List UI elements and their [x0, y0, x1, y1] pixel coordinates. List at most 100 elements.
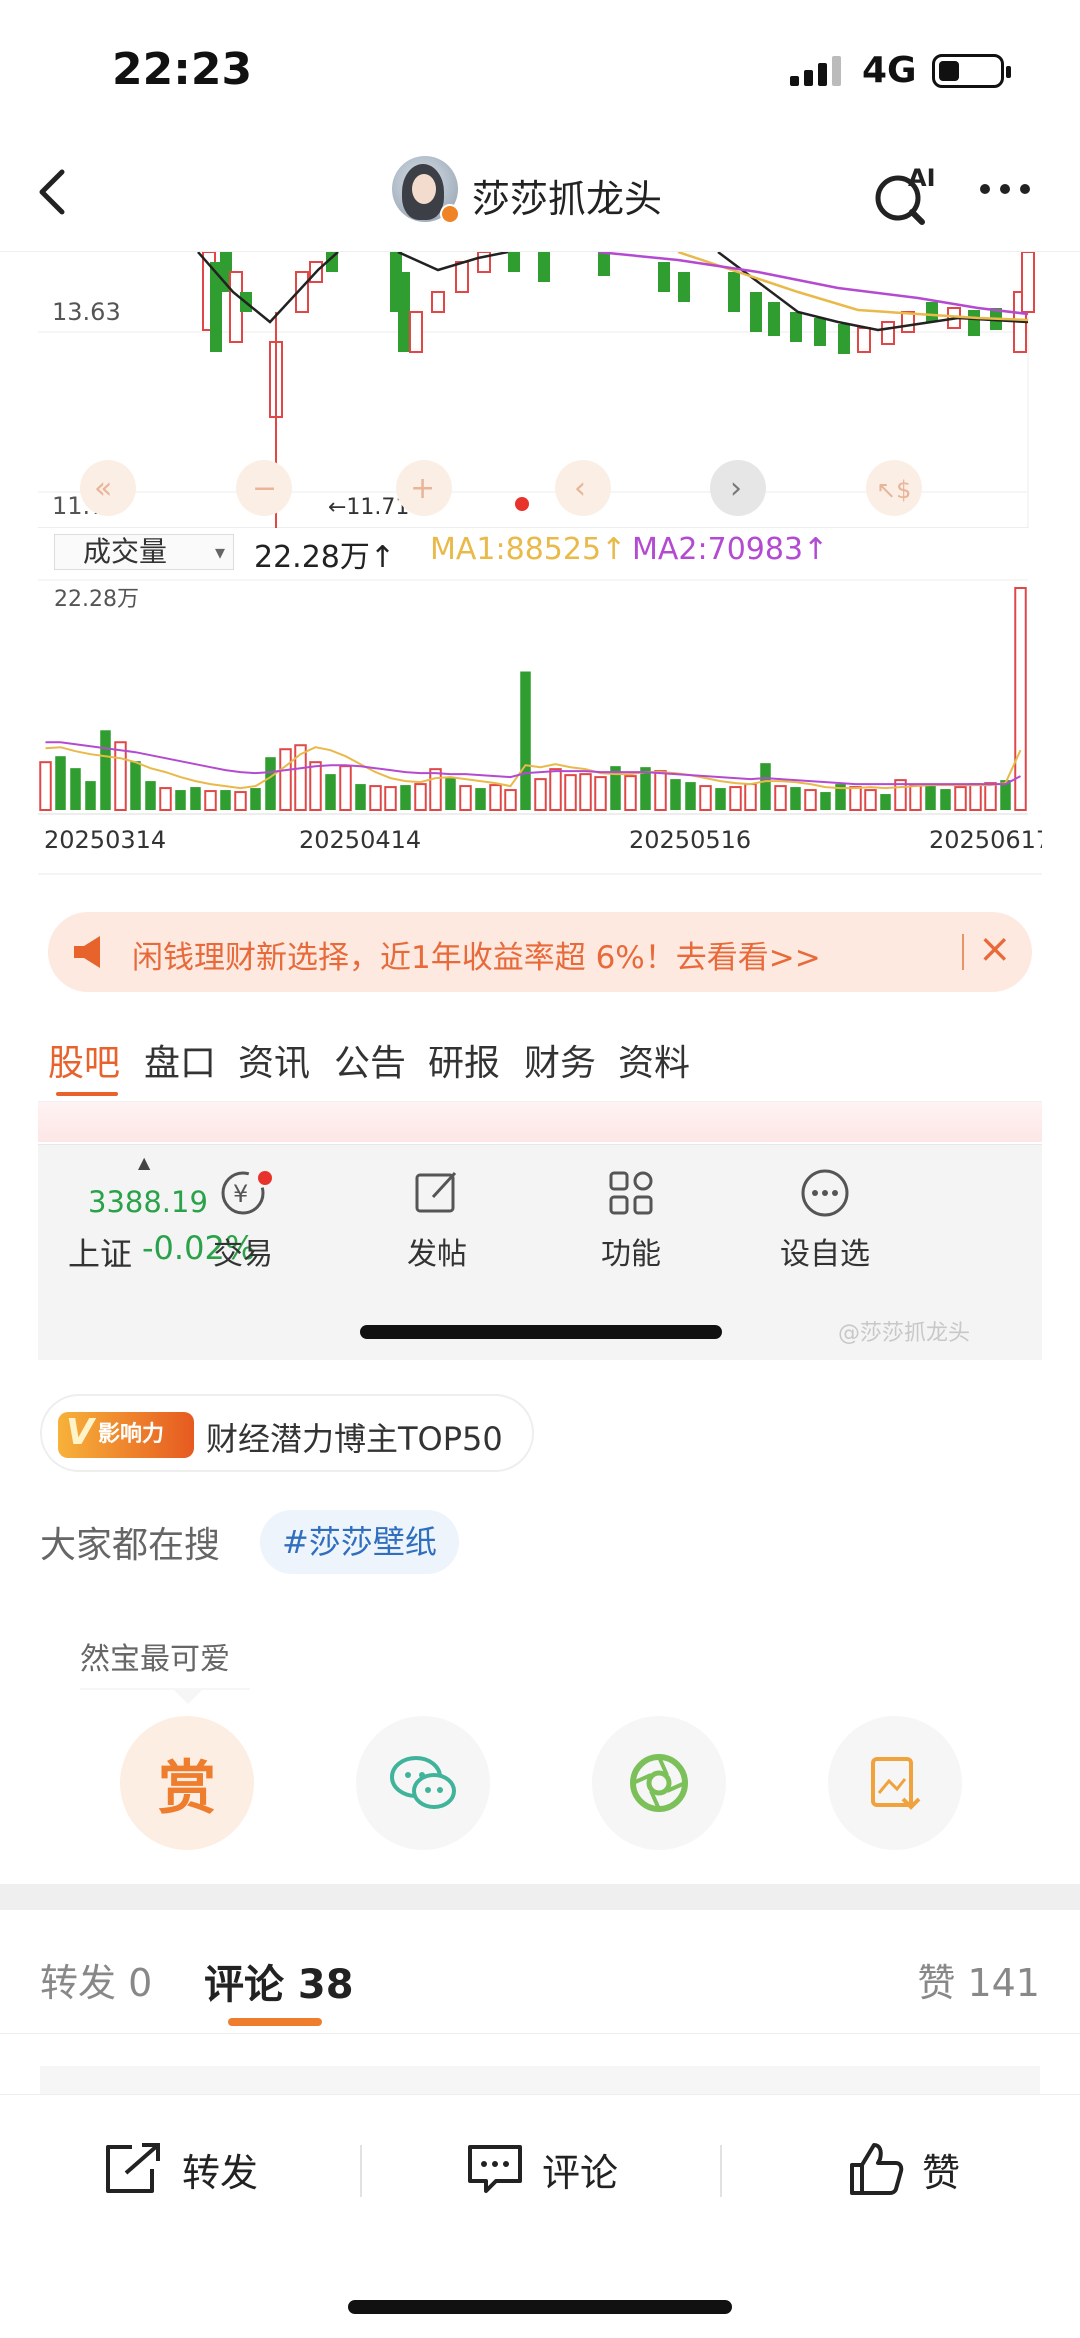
volume-bar: [400, 785, 411, 810]
like-button[interactable]: 赞: [846, 2139, 960, 2199]
add-watchlist-button[interactable]: 设自选: [770, 1165, 880, 1273]
index-name: 上证: [68, 1235, 133, 1273]
signal-icon: [790, 56, 841, 86]
home-indicator: [348, 2300, 732, 2314]
tab-comments[interactable]: 评论 38: [204, 1952, 354, 2010]
promo-banner[interactable]: 闲钱理财新选择，近1年收益率超 6%！去看看>> ×: [48, 912, 1032, 992]
prev-control[interactable]: ‹: [574, 471, 586, 506]
influence-logo-text: 影响力: [98, 1422, 165, 1447]
volume-bar: [520, 671, 531, 810]
share-moments-button[interactable]: [592, 1716, 726, 1850]
influence-badge[interactable]: V 影响力 财经潜力博主TOP50: [40, 1394, 534, 1472]
trade-button[interactable]: ¥ 交易: [188, 1165, 298, 1273]
volume-bar: [309, 761, 322, 811]
tip-underline: [80, 1688, 250, 1690]
share-wechat-button[interactable]: [356, 1716, 490, 1850]
volume-bar: [774, 785, 787, 812]
candle: [901, 311, 915, 333]
volume-bar: [504, 789, 517, 811]
volume-bar: [864, 789, 877, 811]
volume-bar: [339, 765, 352, 811]
indicator-select-label: 成交量: [83, 535, 168, 568]
tab-research[interactable]: 研报: [428, 1034, 500, 1086]
chevron-down-icon: ▾: [214, 540, 225, 564]
zoom-in-control[interactable]: +: [410, 471, 435, 506]
x-tick-label: 20250617: [929, 826, 1042, 854]
functions-button[interactable]: 功能: [576, 1165, 686, 1273]
volume-bar: [279, 748, 292, 811]
volume-bar: [594, 776, 607, 811]
low-annotation: ←11.71: [328, 495, 409, 520]
tip-arrow: [174, 1690, 202, 1704]
more-icon[interactable]: [980, 184, 1030, 194]
tab-finance[interactable]: 财务: [524, 1034, 596, 1086]
functions-label: 功能: [601, 1237, 661, 1272]
chart-controls: « − + ‹ › ↖$: [80, 460, 922, 516]
candle: [881, 321, 895, 345]
close-icon[interactable]: ×: [978, 926, 1012, 972]
tab-forwards[interactable]: 转发 0: [40, 1952, 152, 2007]
volume-bar: [849, 786, 862, 811]
watermark: @莎莎抓龙头: [838, 1321, 971, 1346]
zoom-out-control[interactable]: −: [252, 471, 277, 506]
tab-profile[interactable]: 资料: [618, 1034, 690, 1086]
tab-pankou[interactable]: 盘口: [144, 1034, 216, 1086]
promo-divider: [962, 934, 964, 970]
candlestick-chart: 13.63 11.71 ←11.71 « − + ‹ › ↖$: [38, 252, 1035, 528]
volume-bar: [579, 773, 592, 811]
volume-bar: [790, 787, 801, 810]
candle: [814, 318, 826, 346]
volume-bar: [925, 784, 936, 810]
back-icon[interactable]: [24, 162, 84, 222]
volume-bar: [880, 794, 891, 810]
ai-search-icon[interactable]: AI: [868, 158, 940, 230]
volume-bar: [564, 774, 577, 811]
next-control[interactable]: ›: [730, 471, 742, 506]
volume-bar: [145, 781, 156, 810]
trade-label: 交易: [213, 1237, 273, 1272]
candle: [538, 252, 550, 282]
volume-bar: [459, 785, 472, 812]
x-tick-label: 20250516: [629, 826, 751, 854]
tab-announcements[interactable]: 公告: [334, 1034, 406, 1086]
post-label: 发帖: [407, 1237, 467, 1272]
status-time: 22:23: [112, 44, 253, 95]
candle: [750, 292, 762, 332]
stock-tabs: 股吧 盘口 资讯 公告 研报 财务 资料: [38, 1014, 1042, 1102]
reset-control[interactable]: ↖$: [876, 476, 911, 504]
reward-button[interactable]: 赏: [120, 1716, 254, 1850]
volume-bar: [984, 782, 997, 812]
promo-text: 闲钱理财新选择，近1年收益率超 6%！去看看>>: [132, 940, 821, 976]
candle: [398, 272, 410, 352]
volume-bar: [715, 788, 726, 810]
status-bar: 22:23 4G: [0, 0, 1080, 140]
volume-value: 22.28万↑: [254, 540, 396, 575]
megaphone-icon: [74, 936, 100, 968]
moments-icon: [630, 1754, 688, 1812]
volume-bar: [969, 783, 982, 811]
inner-home-indicator: [360, 1325, 722, 1339]
trending-search-tag[interactable]: #莎莎壁纸: [260, 1510, 459, 1574]
action-separator: [360, 2145, 362, 2197]
forward-label: 转发: [182, 2150, 259, 2195]
post-button[interactable]: 发帖: [382, 1165, 492, 1273]
tab-news[interactable]: 资讯: [238, 1034, 310, 1086]
svg-text:¥: ¥: [233, 1180, 248, 1208]
save-image-button[interactable]: [828, 1716, 962, 1850]
bottom-action-bar: 转发 评论 赞: [0, 2094, 1080, 2250]
forward-button[interactable]: 转发: [102, 2139, 258, 2199]
page-left-control[interactable]: «: [94, 471, 112, 506]
tab-likes[interactable]: 赞 141: [917, 1952, 1040, 2007]
volume-bar: [325, 774, 336, 810]
indicator-select[interactable]: 成交量 ▾: [54, 534, 234, 570]
page-title[interactable]: 莎莎抓龙头: [472, 168, 662, 223]
post-image[interactable]: 13.63 11.71 ←11.71 « − + ‹ › ↖$ 成交量 ▾ 22…: [38, 252, 1042, 1360]
cropped-row: [38, 1102, 1042, 1142]
volume-bar: [534, 778, 547, 812]
tab-guba[interactable]: 股吧: [48, 1034, 120, 1086]
volume-bar: [744, 783, 757, 811]
comment-button[interactable]: 评论: [464, 2139, 618, 2199]
interaction-tabs: 转发 0 评论 38 赞 141: [0, 1910, 1080, 2034]
reward-label: 赏: [157, 1754, 216, 1822]
candle: [857, 327, 871, 353]
